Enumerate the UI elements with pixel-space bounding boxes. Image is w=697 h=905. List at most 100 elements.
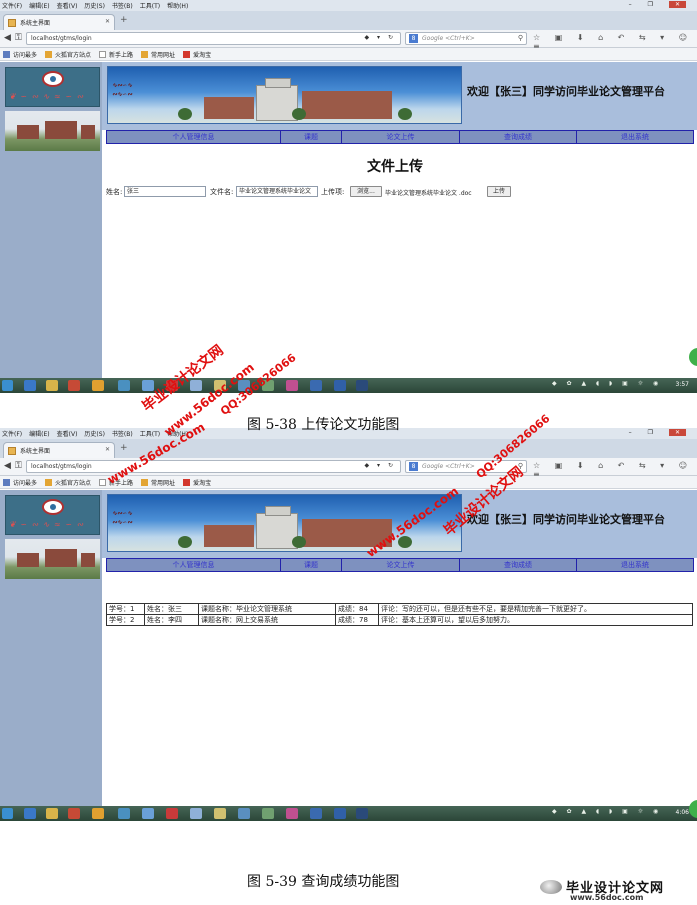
system-tray-icons[interactable]: ◆ ✿ ▲ ◖ ◗ ▣ ☼ ◉ xyxy=(552,380,662,387)
app-icon[interactable] xyxy=(118,380,130,391)
name-input[interactable]: 张三 xyxy=(124,186,206,197)
menu-tools[interactable]: 工具(T) xyxy=(140,429,160,438)
menu-help[interactable]: 帮助(H) xyxy=(167,1,188,10)
back-icon[interactable]: ◀ xyxy=(4,33,11,43)
logo-calligraphy: ❦ ∽ ∾ ∿ ≈ ∽ ∾ xyxy=(9,92,85,101)
taobao-icon xyxy=(183,478,191,486)
browser-tab[interactable]: 系统主界面 ✕ xyxy=(3,14,115,30)
menu-bookmarks[interactable]: 书签(B) xyxy=(112,1,133,10)
google-icon[interactable]: 8 xyxy=(409,462,418,471)
bookmark-getting-started[interactable]: 新手上路 xyxy=(99,50,133,59)
app-icon[interactable] xyxy=(142,808,154,819)
search-icon[interactable]: ⚲ xyxy=(518,34,523,42)
bookmark-official[interactable]: 火狐官方站点 xyxy=(45,478,91,487)
url-actions-icon[interactable]: ◆ ▾ ↻ xyxy=(365,34,396,41)
restore-icon[interactable]: ❐ xyxy=(648,1,653,8)
student-id-cell: 学号：1 xyxy=(106,603,145,615)
nav-personal-info[interactable]: 个人管理信息 xyxy=(107,131,281,143)
app-icon[interactable] xyxy=(286,808,298,819)
close-window-icon[interactable]: ✕ xyxy=(668,1,686,8)
file-name-label: 文件名: xyxy=(210,188,234,196)
ie-icon[interactable] xyxy=(24,808,36,819)
nav-logout[interactable]: 退出系统 xyxy=(577,131,693,143)
menu-edit[interactable]: 编辑(E) xyxy=(29,1,49,10)
menu-bookmarks[interactable]: 书签(B) xyxy=(112,429,133,438)
explorer-icon[interactable] xyxy=(46,380,58,391)
menu-file[interactable]: 文件(F) xyxy=(2,429,22,438)
google-icon[interactable]: 8 xyxy=(409,34,418,43)
bookmark-official[interactable]: 火狐官方站点 xyxy=(45,50,91,59)
bookmark-common-sites[interactable]: 常用网址 xyxy=(141,478,175,487)
word-icon[interactable] xyxy=(334,380,346,391)
new-tab-icon[interactable]: + xyxy=(120,15,128,25)
student-name-cell: 姓名：张三 xyxy=(144,603,199,615)
bookmark-label: 访问最多 xyxy=(13,479,38,487)
nav-topic[interactable]: 课题 xyxy=(281,131,342,143)
nav-query-grades[interactable]: 查询成绩 xyxy=(460,559,577,571)
bookmark-taobao[interactable]: 爱淘宝 xyxy=(183,50,211,59)
app-icon[interactable] xyxy=(92,808,104,819)
bookmark-common-sites[interactable]: 常用网址 xyxy=(141,50,175,59)
firefox-icon[interactable] xyxy=(68,380,80,391)
nav-personal-info[interactable]: 个人管理信息 xyxy=(107,559,281,571)
app-icon[interactable] xyxy=(262,808,274,819)
bookmark-most-visited[interactable]: 访问最多 xyxy=(3,50,37,59)
app-icon[interactable] xyxy=(214,808,226,819)
app-icon[interactable] xyxy=(118,808,130,819)
close-window-icon[interactable]: ✕ xyxy=(668,429,686,436)
browse-button[interactable]: 浏览... xyxy=(350,186,382,197)
browser-tab[interactable]: 系统主界面 ✕ xyxy=(3,442,115,458)
menu-edit[interactable]: 编辑(E) xyxy=(29,429,49,438)
app-icon[interactable] xyxy=(166,808,178,819)
bookmark-icon xyxy=(3,478,10,486)
nav-thesis-upload[interactable]: 论文上传 xyxy=(342,131,460,143)
explorer-icon[interactable] xyxy=(46,808,58,819)
bookmark-most-visited[interactable]: 访问最多 xyxy=(3,478,37,487)
nav-logout[interactable]: 退出系统 xyxy=(577,559,693,571)
upload-form: 姓名: 张三 文件名: 毕业论文管理系统毕业论文 上传项: 浏览... 毕业论文… xyxy=(106,186,696,198)
address-bar[interactable]: localhost/gtms/login ◆ ▾ ↻ xyxy=(26,32,401,45)
comment-cell: 评论：基本上还算可以，望以后多加努力。 xyxy=(378,614,693,626)
minimize-icon[interactable]: – xyxy=(629,1,632,8)
figure-caption-grades: 图 5-39 查询成绩功能图 xyxy=(247,874,400,890)
ie-icon[interactable] xyxy=(24,380,36,391)
menu-file[interactable]: 文件(F) xyxy=(2,1,22,10)
restore-icon[interactable]: ❐ xyxy=(648,429,653,436)
menu-history[interactable]: 历史(S) xyxy=(84,429,105,438)
app-icon[interactable] xyxy=(286,380,298,391)
start-icon[interactable] xyxy=(2,808,13,819)
search-box[interactable]: 8 Google <Ctrl+K> ⚲ xyxy=(405,32,527,45)
address-bar[interactable]: localhost/gtms/login ◆ ▾ ↻ xyxy=(26,460,401,473)
minimize-icon[interactable]: – xyxy=(629,429,632,436)
close-tab-icon[interactable]: ✕ xyxy=(105,446,110,453)
firefox-icon[interactable] xyxy=(68,808,80,819)
footer-logo: 毕业设计论文网 www.56doc.com xyxy=(540,877,664,902)
menu-view[interactable]: 查看(V) xyxy=(57,429,78,438)
menu-history[interactable]: 历史(S) xyxy=(84,1,105,10)
nav-query-grades[interactable]: 查询成绩 xyxy=(460,131,577,143)
emblem-icon xyxy=(42,499,64,515)
url-actions-icon[interactable]: ◆ ▾ ↻ xyxy=(365,462,396,469)
app-icon[interactable] xyxy=(356,380,368,391)
back-icon[interactable]: ◀ xyxy=(4,461,11,471)
menu-view[interactable]: 查看(V) xyxy=(57,1,78,10)
bookmark-label: 火狐官方站点 xyxy=(55,51,92,59)
close-tab-icon[interactable]: ✕ xyxy=(105,18,110,25)
bookmark-taobao[interactable]: 爱淘宝 xyxy=(183,478,211,487)
app-icon[interactable] xyxy=(356,808,368,819)
building-shape xyxy=(302,91,392,119)
app-icon[interactable] xyxy=(190,808,202,819)
system-tray-icons[interactable]: ◆ ✿ ▲ ◖ ◗ ▣ ☼ ◉ xyxy=(552,808,662,815)
menu-tools[interactable]: 工具(T) xyxy=(140,1,160,10)
app-icon[interactable] xyxy=(238,808,250,819)
file-name-input[interactable]: 毕业论文管理系统毕业论文 xyxy=(236,186,318,197)
nav-topic[interactable]: 课题 xyxy=(281,559,342,571)
upload-button[interactable]: 上传 xyxy=(487,186,511,197)
new-tab-icon[interactable]: + xyxy=(120,443,128,453)
word-icon[interactable] xyxy=(334,808,346,819)
app-icon[interactable] xyxy=(92,380,104,391)
app-icon[interactable] xyxy=(310,808,322,819)
app-icon[interactable] xyxy=(310,380,322,391)
start-icon[interactable] xyxy=(2,380,13,391)
nav-thesis-upload[interactable]: 论文上传 xyxy=(342,559,460,571)
